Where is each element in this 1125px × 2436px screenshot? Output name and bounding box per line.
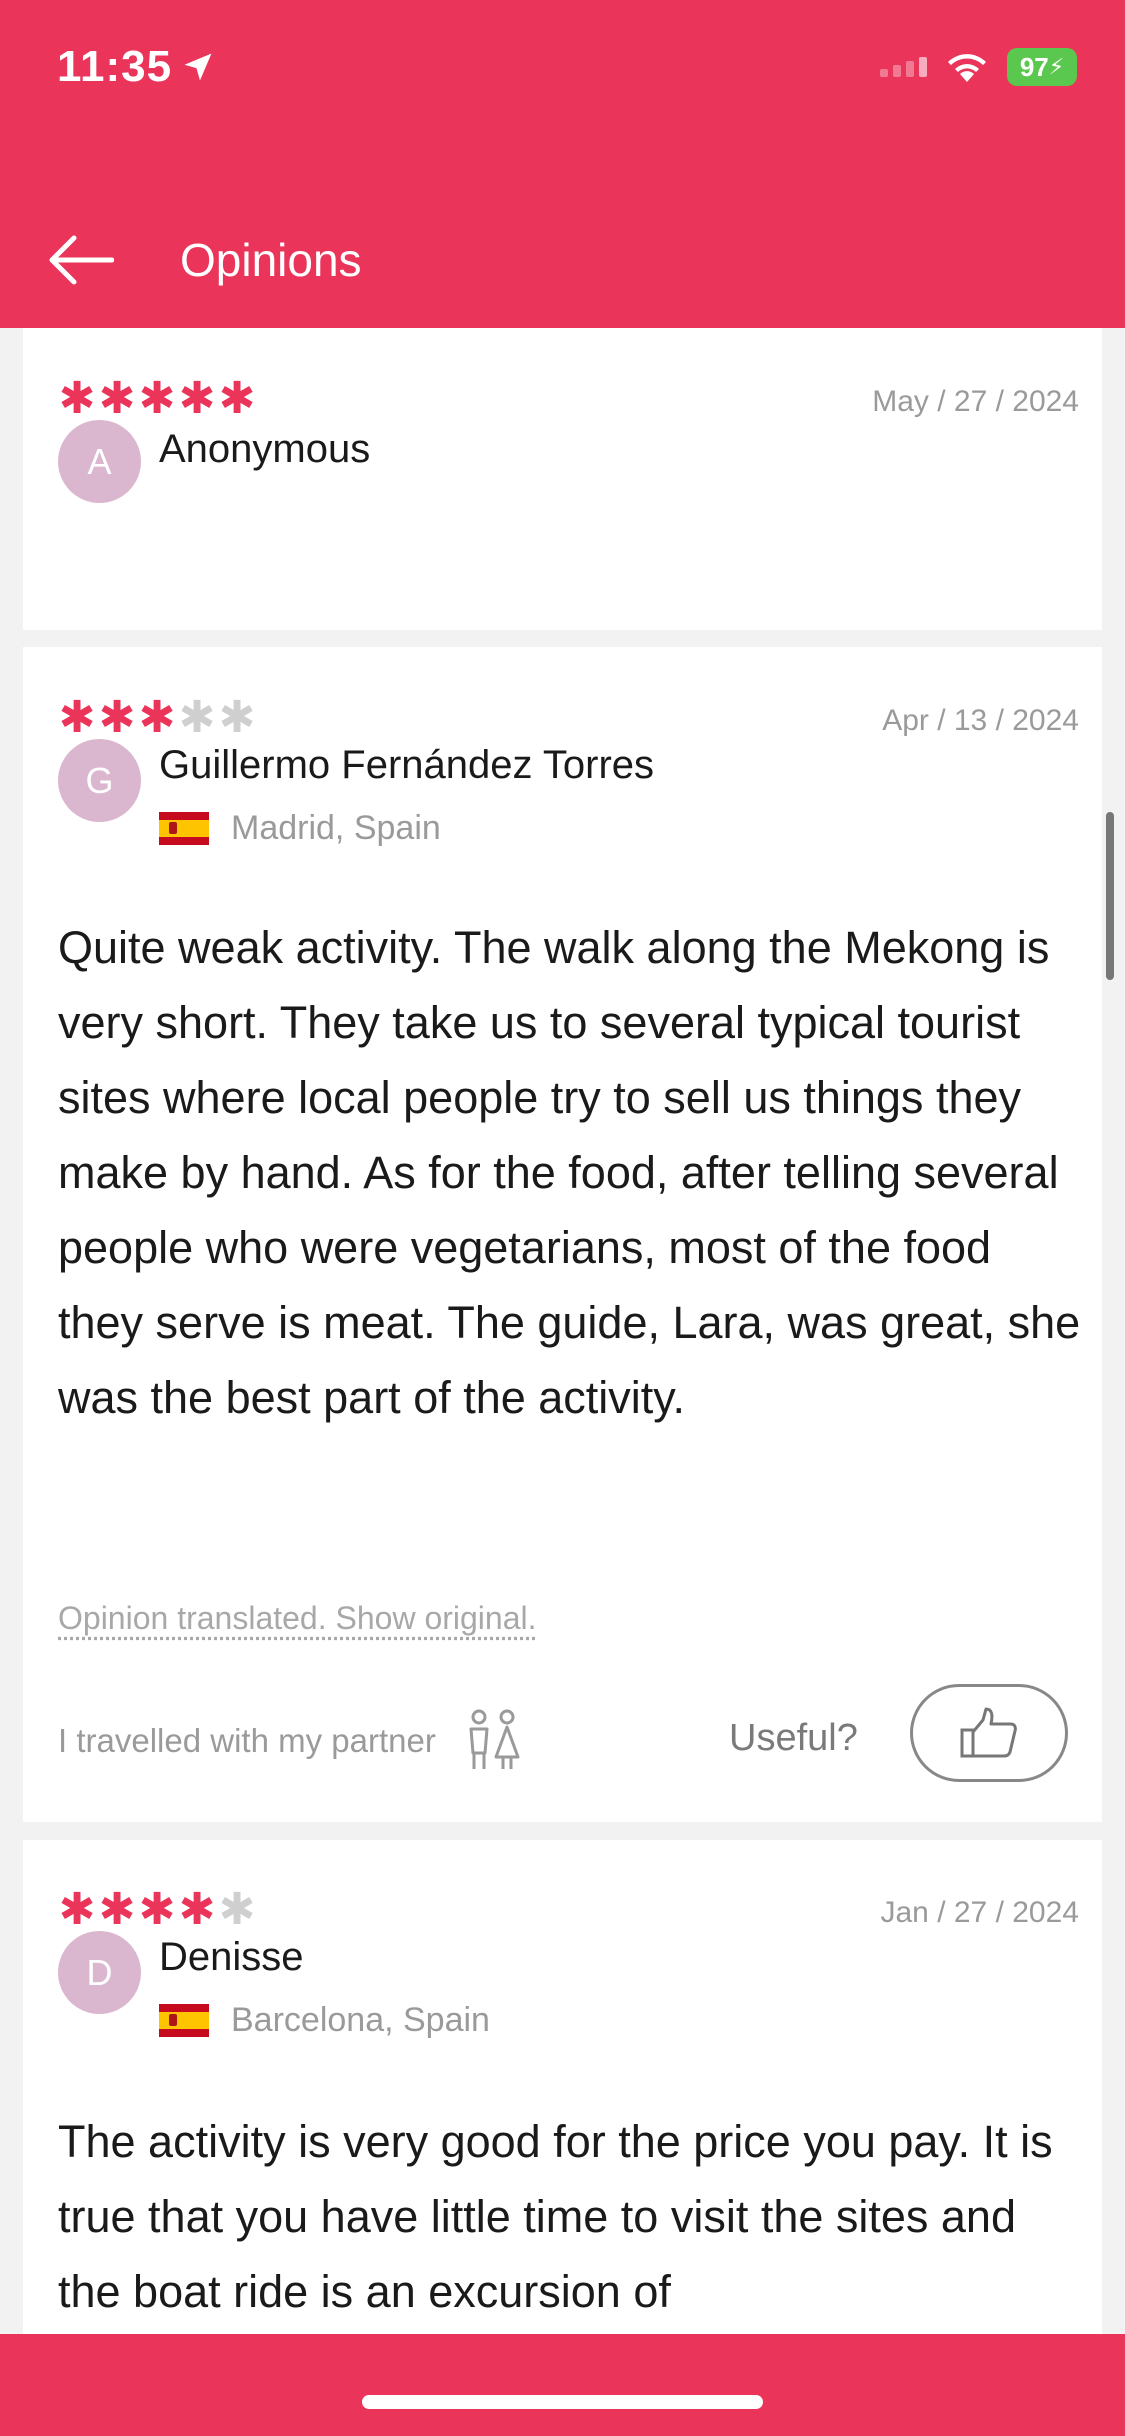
avatar: A [58, 420, 141, 503]
review-date: May / 27 / 2024 [872, 385, 1079, 418]
scrollbar[interactable] [1106, 812, 1114, 980]
review-date: Jan / 27 / 2024 [880, 1896, 1080, 1929]
rating-stars: ✱ ✱ ✱ ✱ ✱ [58, 377, 256, 421]
travel-companion: I travelled with my partner [58, 1709, 524, 1773]
battery-icon: 97 ⚡ [1007, 48, 1077, 86]
star-icon: ✱ [138, 693, 176, 742]
review-card: ✱ ✱ ✱ ✱ ✱ Apr / 13 / 2024 G Guillermo Fe… [23, 647, 1102, 1822]
thumbs-up-icon [960, 1707, 1017, 1758]
cellular-signal-icon [880, 57, 927, 77]
spain-flag-icon [159, 812, 209, 845]
avatar: D [58, 1931, 141, 2014]
star-icon: ✱ [98, 374, 136, 423]
home-indicator[interactable] [362, 2395, 763, 2409]
star-icon: ✱ [218, 1885, 256, 1934]
bottom-bar [0, 2334, 1125, 2436]
status-indicators: 97 ⚡ [880, 48, 1077, 86]
location-text: Madrid, Spain [231, 809, 441, 847]
star-icon: ✱ [58, 1885, 96, 1934]
reviewer-name: Denisse [159, 1935, 304, 1979]
back-button[interactable] [48, 220, 148, 300]
rating-stars: ✱ ✱ ✱ ✱ ✱ [58, 696, 256, 740]
star-icon: ✱ [138, 1885, 176, 1934]
star-icon: ✱ [138, 374, 176, 423]
star-icon: ✱ [98, 693, 136, 742]
location-text: Barcelona, Spain [231, 2001, 490, 2039]
nav-bar: Opinions [0, 220, 1125, 300]
reviewer-location: Madrid, Spain [159, 809, 441, 848]
reviewer-location: Barcelona, Spain [159, 2001, 490, 2040]
review-date: Apr / 13 / 2024 [882, 704, 1079, 737]
status-time: 11:35 [57, 42, 216, 92]
star-icon: ✱ [218, 693, 256, 742]
clock-text: 11:35 [57, 42, 173, 91]
reviewer-name: Anonymous [159, 427, 371, 471]
couple-icon [469, 1709, 520, 1769]
review-text: Quite weak activity. The walk along the … [58, 922, 1081, 1423]
spain-flag-icon [159, 2004, 209, 2037]
back-arrow-icon [49, 235, 114, 285]
star-icon: ✱ [178, 374, 216, 423]
star-icon: ✱ [178, 693, 216, 742]
battery-level: 97 [1019, 51, 1049, 82]
rating-stars: ✱ ✱ ✱ ✱ ✱ [58, 1888, 256, 1932]
app-header: 11:35 97 ⚡ Opinions [0, 0, 1125, 328]
review-card: ✱ ✱ ✱ ✱ ✱ May / 27 / 2024 A Anonymous [23, 328, 1102, 630]
star-icon: ✱ [98, 1885, 136, 1934]
star-icon: ✱ [178, 1885, 216, 1934]
star-icon: ✱ [58, 693, 96, 742]
useful-button[interactable] [910, 1684, 1068, 1782]
star-icon: ✱ [58, 374, 96, 423]
avatar: G [58, 739, 141, 822]
star-icon: ✱ [218, 374, 256, 423]
show-original-link[interactable]: Opinion translated. Show original. [58, 1600, 537, 1637]
wifi-icon [948, 54, 986, 82]
page-title: Opinions [180, 234, 362, 286]
location-arrow-icon [184, 53, 212, 81]
review-text: The activity is very good for the price … [58, 2116, 1053, 2317]
reviewer-name: Guillermo Fernández Torres [159, 743, 655, 787]
useful-label: Useful? [729, 1717, 858, 1759]
review-card: ✱ ✱ ✱ ✱ ✱ Jan / 27 / 2024 D Denisse Barc… [23, 1840, 1102, 2334]
travel-companion-text: I travelled with my partner [58, 1722, 436, 1759]
